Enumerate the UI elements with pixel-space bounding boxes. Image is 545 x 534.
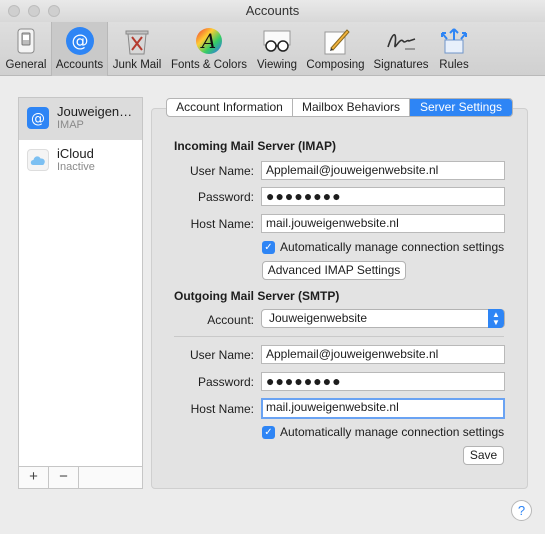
outgoing-auto-manage-label: Automatically manage connection settings — [280, 425, 505, 439]
toolbar-label: Accounts — [55, 59, 104, 71]
toolbar-item-junk-mail[interactable]: Junk Mail — [109, 22, 165, 76]
account-type: IMAP — [57, 119, 84, 131]
toolbar-label: Fonts & Colors — [170, 59, 248, 71]
outgoing-user-name-field[interactable]: Applemail@jouweigenwebsite.nl — [261, 345, 505, 364]
signature-icon — [385, 26, 417, 56]
save-button[interactable]: Save — [463, 446, 504, 465]
svg-text:@: @ — [31, 111, 45, 127]
toolbar-item-signatures[interactable]: Signatures — [370, 22, 432, 76]
account-type: Inactive — [57, 161, 95, 173]
incoming-password-field[interactable]: ●●●●●●●● — [261, 187, 505, 206]
toolbar-label: Signatures — [373, 59, 429, 71]
incoming-auto-manage-checkbox[interactable]: ✓ — [262, 241, 275, 254]
toolbar-item-composing[interactable]: Composing — [302, 22, 369, 76]
account-name: Jouweigen… — [57, 104, 133, 119]
toolbar-item-general[interactable]: General — [2, 22, 50, 76]
tab-account-information[interactable]: Account Information — [167, 99, 293, 116]
incoming-user-name-label: User Name: — [189, 164, 254, 178]
window-title: Accounts — [245, 3, 300, 18]
toolbar-label: Viewing — [256, 59, 298, 71]
toolbar-item-viewing[interactable]: Viewing — [253, 22, 301, 76]
add-account-button[interactable]: + — [19, 467, 49, 488]
account-tabs: Account Information Mailbox Behaviors Se… — [166, 98, 513, 117]
outgoing-server-heading: Outgoing Mail Server (SMTP) — [174, 289, 340, 303]
account-name: iCloud — [57, 146, 94, 161]
outgoing-host-name-label: Host Name: — [190, 402, 254, 416]
toolbar-item-rules[interactable]: Rules — [433, 22, 475, 76]
outgoing-host-name-field[interactable]: mail.jouweigenwebsite.nl — [261, 398, 505, 419]
outgoing-password-label: Password: — [197, 375, 254, 389]
remove-account-button[interactable]: − — [49, 467, 79, 488]
glasses-icon — [261, 26, 293, 56]
incoming-user-name-field[interactable]: Applemail@jouweigenwebsite.nl — [261, 161, 505, 180]
advanced-imap-settings-button[interactable]: Advanced IMAP Settings — [262, 261, 406, 280]
fonts-colors-icon: A — [193, 26, 225, 56]
general-switch-icon — [10, 26, 42, 56]
toolbar-label: Junk Mail — [112, 59, 162, 71]
toolbar-label: Composing — [306, 59, 365, 71]
rules-arrows-icon — [438, 26, 470, 56]
accounts-list: @ Jouweigen… IMAP iCloud Inactive + − — [18, 97, 143, 489]
smtp-account-value: Jouweigenwebsite — [269, 311, 368, 325]
help-button[interactable]: ? — [511, 500, 532, 521]
chevron-up-down-icon: ▲ ▼ — [488, 309, 504, 328]
accounts-list-footer: + − — [19, 466, 142, 488]
at-sign-icon: @ — [27, 107, 49, 129]
trash-bin-icon — [121, 26, 153, 56]
incoming-password-label: Password: — [197, 190, 254, 204]
outgoing-auto-manage-checkbox[interactable]: ✓ — [262, 426, 275, 439]
toolbar-label: Rules — [439, 59, 469, 71]
incoming-server-heading: Incoming Mail Server (IMAP) — [174, 139, 337, 153]
tab-server-settings[interactable]: Server Settings — [410, 99, 512, 116]
account-item-jouweigen[interactable]: @ Jouweigen… IMAP — [19, 98, 142, 140]
smtp-account-select[interactable]: Jouweigenwebsite ▲ ▼ — [261, 309, 505, 328]
svg-text:A: A — [200, 29, 216, 53]
incoming-auto-manage-label: Automatically manage connection settings — [280, 240, 505, 254]
cloud-icon — [27, 149, 49, 171]
tab-mailbox-behaviors[interactable]: Mailbox Behaviors — [293, 99, 410, 116]
account-item-icloud[interactable]: iCloud Inactive — [19, 140, 142, 182]
incoming-host-name-field[interactable]: mail.jouweigenwebsite.nl — [261, 214, 505, 233]
section-divider — [174, 336, 504, 337]
toolbar-item-accounts[interactable]: @ Accounts — [51, 22, 108, 76]
title-bar: Accounts — [0, 0, 545, 22]
toolbar-label: General — [5, 59, 47, 71]
toolbar-item-fonts-colors[interactable]: A Fonts & Colors — [166, 22, 252, 76]
outgoing-user-name-label: User Name: — [189, 348, 254, 362]
incoming-host-name-label: Host Name: — [190, 217, 254, 231]
at-sign-icon: @ — [64, 26, 96, 56]
preferences-toolbar: General @ Accounts Junk Mail A Fonts & C… — [0, 22, 545, 76]
outgoing-account-label: Account: — [207, 313, 254, 327]
pencil-paper-icon — [320, 26, 352, 56]
svg-text:@: @ — [71, 32, 88, 52]
outgoing-password-field[interactable]: ●●●●●●●● — [261, 372, 505, 391]
